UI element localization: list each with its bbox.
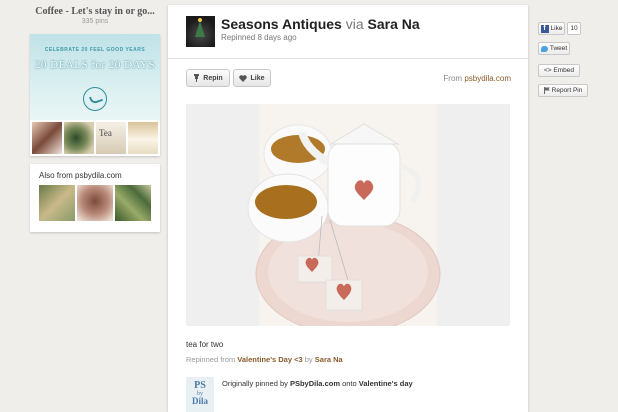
embed-button[interactable]: <> Embed (538, 64, 580, 77)
also-thumb-2[interactable] (77, 185, 113, 221)
also-thumb-3[interactable] (115, 185, 151, 221)
board-avatar[interactable] (186, 16, 215, 47)
ad-banner[interactable]: CELEBRATE 20 FEEL GOOD YEARS 20 DEALS fo… (30, 34, 160, 120)
logo-ps: PS (194, 380, 206, 391)
pin-image[interactable] (186, 104, 510, 326)
ad-logo-icon (83, 87, 107, 111)
ad-headline: 20 DEALS for 20 DAYS (34, 59, 156, 71)
report-pin-button[interactable]: Report Pin (538, 84, 588, 97)
repinned-from-board-link[interactable]: Valentine's Day <3 (237, 355, 302, 364)
via-label: via (345, 16, 364, 32)
board-pin-count: 335 pins (81, 18, 109, 25)
repin-button[interactable]: Repin (186, 69, 230, 87)
pinner-name-link[interactable]: Sara Na (368, 16, 420, 32)
also-thumb-1[interactable] (39, 185, 75, 221)
pin-card: Seasons Antiques via Sara Na Repinned 8 … (168, 5, 528, 412)
repinned-from: Repinned from Valentine's Day <3 by Sara… (186, 355, 343, 364)
by-label: by (304, 355, 313, 364)
header-divider (168, 58, 528, 59)
facebook-like-count: 10 (567, 22, 581, 35)
star-icon (198, 18, 202, 22)
ad-thumb-portrait (32, 122, 62, 154)
like-label: Like (250, 74, 265, 82)
from-prefix: From (443, 74, 463, 83)
logo-dila: Dila (191, 396, 208, 406)
pushpin-icon (194, 74, 200, 82)
also-from-card: Also from psbydila.com (30, 164, 160, 232)
board-title[interactable]: Coffee - Let's stay in or go... (30, 6, 160, 17)
also-from-prefix: Also from (39, 171, 73, 180)
onto-label: onto (342, 379, 357, 388)
repinned-time: Repinned 8 days ago (221, 33, 297, 42)
from-source: From psbydila.com (443, 74, 511, 83)
ad-thumb-food (64, 122, 94, 154)
facebook-icon: f (540, 24, 549, 33)
also-from-label: Also from psbydila.com (30, 164, 160, 180)
from-source-link[interactable]: psbydila.com (464, 74, 511, 83)
board-name-link[interactable]: Seasons Antiques (221, 16, 342, 32)
repinned-from-prefix: Repinned from (186, 355, 236, 364)
flag-icon (543, 87, 550, 94)
twitter-bird-icon (540, 45, 548, 52)
ad-thumbnails: Tea (30, 122, 160, 154)
also-from-source[interactable]: psbydila.com (75, 171, 122, 180)
like-button[interactable]: Like (233, 69, 271, 87)
pin-caption: tea for two (186, 340, 224, 349)
original-pinner-avatar[interactable]: PS by Dila (186, 377, 214, 412)
heart-icon (239, 74, 248, 82)
ad-thumb-tea: Tea (96, 122, 126, 154)
ad-thumb-tea-text: Tea (99, 128, 112, 138)
original-board-link[interactable]: Valentine's day (359, 379, 413, 388)
ad-card[interactable]: CELEBRATE 20 FEEL GOOD YEARS 20 DEALS fo… (30, 34, 160, 156)
tweet-label: Tweet (549, 45, 568, 52)
report-pin-label: Report Pin (551, 87, 583, 94)
tweet-button[interactable]: Tweet (538, 42, 570, 55)
ad-headline-small: CELEBRATE 20 FEEL GOOD YEARS (44, 47, 146, 53)
repinned-from-user-link[interactable]: Sara Na (315, 355, 343, 364)
facebook-like-button[interactable]: f Like (538, 22, 565, 35)
facebook-like-label: Like (550, 25, 563, 32)
teapot-photo (247, 104, 441, 326)
originally-pinned: Originally pinned by PSbyDila.com onto V… (222, 379, 413, 388)
ad-thumb-drink (128, 122, 158, 154)
pin-header: Seasons Antiques via Sara Na (221, 16, 420, 32)
repin-label: Repin (203, 74, 223, 82)
also-from-thumbnails (30, 180, 160, 221)
original-pinner-link[interactable]: PSbyDila.com (290, 379, 340, 388)
originally-prefix: Originally pinned by (222, 379, 288, 388)
